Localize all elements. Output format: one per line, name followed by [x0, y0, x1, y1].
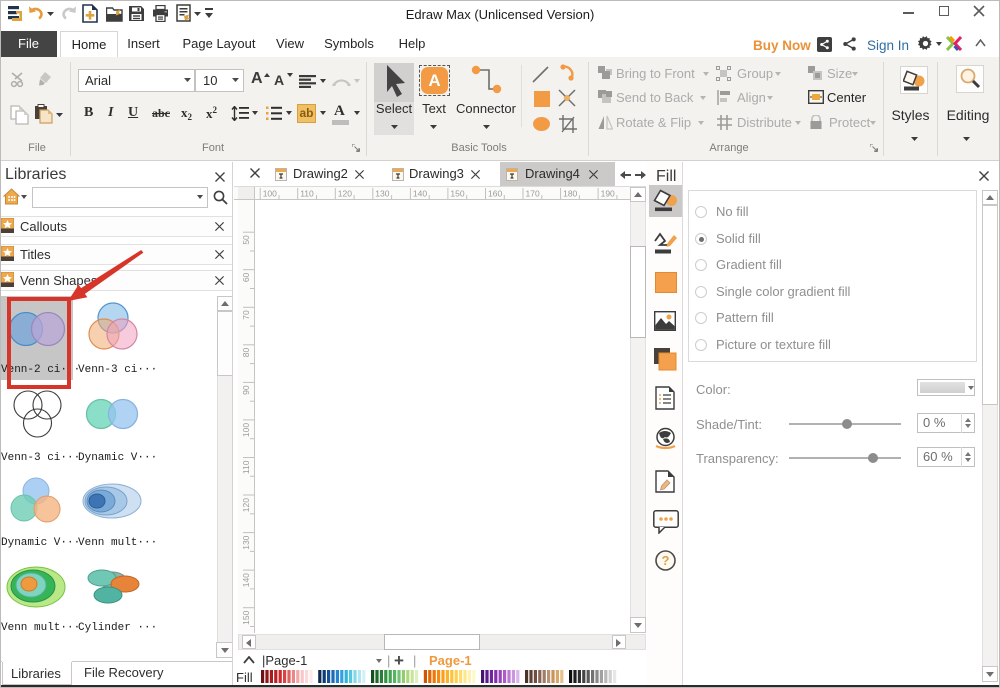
svg-text:120: 120 — [338, 189, 352, 199]
svg-text:190: 190 — [601, 189, 615, 199]
svg-text:110: 110 — [241, 460, 251, 474]
svg-text:50: 50 — [241, 235, 251, 245]
svg-text:110: 110 — [300, 189, 314, 199]
svg-text:130: 130 — [375, 189, 389, 199]
svg-text:170: 170 — [526, 189, 540, 199]
svg-text:160: 160 — [488, 189, 502, 199]
svg-text:120: 120 — [241, 498, 251, 512]
svg-text:?: ? — [662, 553, 670, 568]
svg-text:90: 90 — [241, 385, 251, 395]
svg-text:150: 150 — [450, 189, 464, 199]
svg-text:60: 60 — [241, 272, 251, 282]
svg-text:70: 70 — [241, 310, 251, 320]
svg-text:150: 150 — [241, 610, 251, 624]
svg-text:100: 100 — [241, 423, 251, 437]
svg-text:130: 130 — [241, 535, 251, 549]
svg-text:140: 140 — [413, 189, 427, 199]
svg-text:180: 180 — [563, 189, 577, 199]
svg-text:80: 80 — [241, 348, 251, 358]
svg-text:140: 140 — [241, 573, 251, 587]
svg-text:100: 100 — [263, 189, 277, 199]
